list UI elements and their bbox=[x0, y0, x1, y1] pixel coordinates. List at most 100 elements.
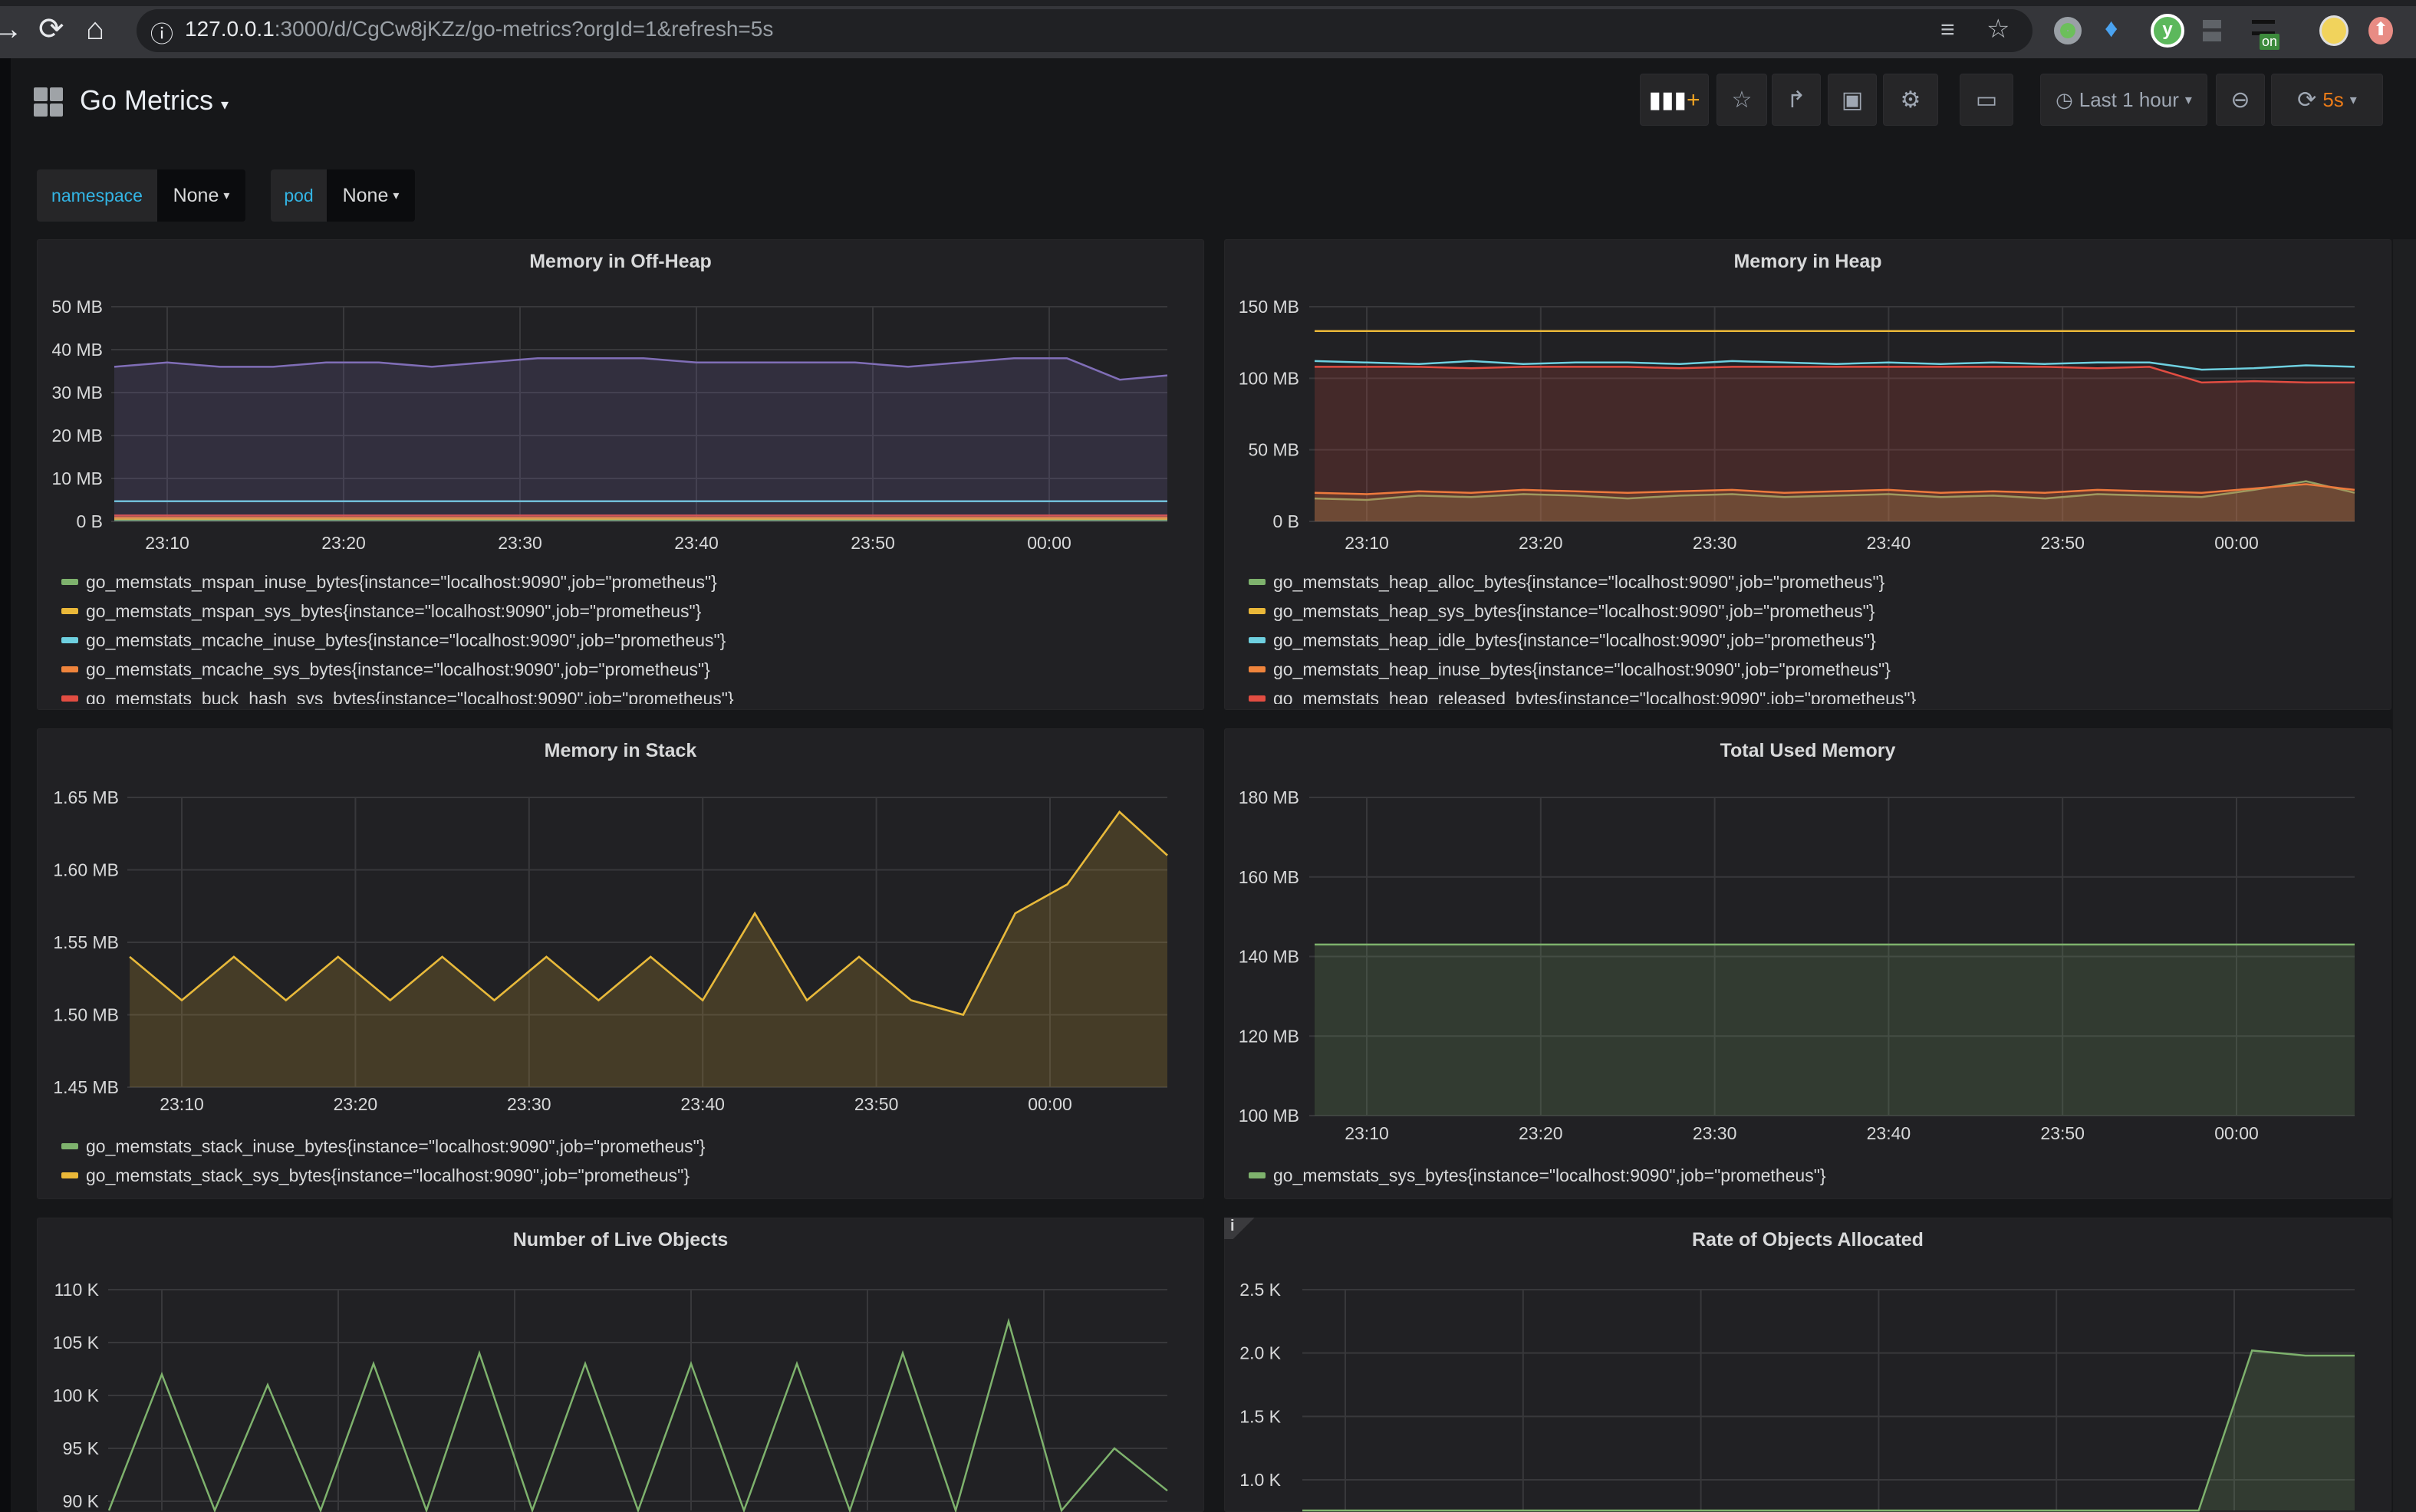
legend-label: go_memstats_sys_bytes{instance="localhos… bbox=[1273, 1165, 1826, 1185]
panel-title[interactable]: Total Used Memory bbox=[1225, 740, 2391, 762]
time-picker[interactable]: ◷ Last 1 hour ▾ bbox=[2040, 74, 2207, 126]
variable-label-namespace: namespace bbox=[37, 169, 157, 222]
settings-button[interactable]: ⚙ bbox=[1883, 74, 1938, 126]
clock-icon: ◷ bbox=[2056, 87, 2073, 111]
legend-swatch bbox=[61, 666, 78, 672]
legend-swatch bbox=[61, 579, 78, 585]
panel-info-icon[interactable]: i bbox=[1224, 1218, 1264, 1239]
refresh-icon: ⟳ bbox=[2297, 87, 2317, 113]
legend-item[interactable]: go_memstats_heap_idle_bytes{instance="lo… bbox=[1249, 626, 2384, 655]
legend-swatch bbox=[1249, 637, 1266, 643]
variable-label-pod: pod bbox=[271, 169, 327, 222]
panel-title[interactable]: Memory in Off-Heap bbox=[38, 251, 1203, 273]
legend-item[interactable]: go_memstats_mspan_sys_bytes{instance="lo… bbox=[61, 597, 1196, 626]
panel-title[interactable]: Memory in Stack bbox=[38, 740, 1203, 762]
bookmark-star-icon[interactable]: ☆ bbox=[1986, 14, 2009, 44]
home-icon[interactable]: ⌂ bbox=[86, 11, 104, 48]
legend-swatch bbox=[61, 1172, 78, 1178]
star-dashboard-button[interactable]: ☆ bbox=[1717, 74, 1767, 126]
namespace-select[interactable]: None ▾ bbox=[157, 169, 245, 222]
url-text[interactable]: 127.0.0.1:3000/d/CgCw8jKZz/go-metrics?or… bbox=[185, 17, 773, 41]
legend-label: go_memstats_mspan_inuse_bytes{instance="… bbox=[86, 572, 717, 592]
panel-title[interactable]: Memory in Heap bbox=[1225, 251, 2391, 273]
extension-list-icon[interactable] bbox=[2252, 20, 2275, 35]
extension-y-icon[interactable]: y bbox=[2151, 14, 2184, 48]
share-button[interactable]: ↱ bbox=[1772, 74, 1821, 126]
tv-mode-icon: ▭ bbox=[1975, 87, 1998, 113]
extension-grid-icon[interactable] bbox=[2203, 20, 2221, 41]
extension-gem-icon[interactable]: ♦ bbox=[2105, 14, 2118, 44]
pod-select[interactable]: None ▾ bbox=[327, 169, 415, 222]
caret-down-icon: ▾ bbox=[223, 189, 230, 202]
reader-icon[interactable]: ≡ bbox=[1940, 15, 1955, 44]
caret-down-icon: ▾ bbox=[2349, 91, 2357, 107]
legend-swatch bbox=[1249, 579, 1266, 585]
save-icon: ▣ bbox=[1841, 87, 1864, 113]
zoom-out-button[interactable]: ⊖ bbox=[2216, 74, 2265, 126]
legend-swatch bbox=[1249, 608, 1266, 614]
panel-title[interactable]: Number of Live Objects bbox=[38, 1229, 1203, 1251]
legend-label: go_memstats_buck_hash_sys_bytes{instance… bbox=[86, 689, 734, 704]
panel-memory-in-stack[interactable]: Memory in Stack bbox=[37, 728, 1204, 1199]
dashboard-title[interactable]: Go Metrics ▾ bbox=[80, 84, 229, 117]
legend-label: go_memstats_heap_idle_bytes{instance="lo… bbox=[1273, 630, 1876, 650]
add-panel-button[interactable]: ▮▮▮+ bbox=[1640, 74, 1709, 126]
dashboard-grid-icon bbox=[34, 87, 63, 117]
refresh-picker[interactable]: ⟳ 5s ▾ bbox=[2271, 74, 2383, 126]
caret-down-icon: ▾ bbox=[221, 97, 229, 113]
legend-item[interactable]: go_memstats_heap_inuse_bytes{instance="l… bbox=[1249, 655, 2384, 684]
reload-icon[interactable]: ⟳ bbox=[38, 11, 64, 48]
sidebar bbox=[0, 58, 11, 1512]
legend-item[interactable]: go_memstats_mspan_inuse_bytes{instance="… bbox=[61, 567, 1196, 597]
legend: go_memstats_mspan_inuse_bytes{instance="… bbox=[61, 567, 1196, 704]
legend-item[interactable]: go_memstats_mcache_inuse_bytes{instance=… bbox=[61, 626, 1196, 655]
legend-swatch bbox=[61, 608, 78, 614]
caret-down-icon: ▾ bbox=[2184, 91, 2192, 107]
star-icon: ☆ bbox=[1731, 87, 1753, 113]
save-button[interactable]: ▣ bbox=[1828, 74, 1877, 126]
legend-label: go_memstats_mcache_sys_bytes{instance="l… bbox=[86, 659, 710, 679]
legend-label: go_memstats_stack_sys_bytes{instance="lo… bbox=[86, 1165, 690, 1185]
legend-swatch bbox=[61, 637, 78, 643]
legend-label: go_memstats_heap_sys_bytes{instance="loc… bbox=[1273, 601, 1875, 621]
settings-icon: ⚙ bbox=[1900, 87, 1921, 113]
legend-swatch bbox=[61, 695, 78, 702]
tv-mode-button[interactable]: ▭ bbox=[1960, 74, 2013, 126]
legend-label: go_memstats_heap_inuse_bytes{instance="l… bbox=[1273, 659, 1891, 679]
legend-label: go_memstats_mcache_inuse_bytes{instance=… bbox=[86, 630, 726, 650]
legend-item[interactable]: go_memstats_heap_sys_bytes{instance="loc… bbox=[1249, 597, 2384, 626]
legend-item[interactable]: go_memstats_sys_bytes{instance="localhos… bbox=[1249, 1161, 2384, 1190]
profile-avatar[interactable] bbox=[2319, 15, 2349, 46]
forward-icon[interactable]: → bbox=[0, 11, 23, 48]
panel-live-objects[interactable]: Number of Live Objects bbox=[37, 1218, 1204, 1512]
extension-green-dot-icon[interactable] bbox=[2054, 17, 2082, 44]
legend: go_memstats_stack_inuse_bytes{instance="… bbox=[61, 1132, 1196, 1193]
update-icon[interactable]: ⬆ bbox=[2368, 17, 2393, 44]
legend-swatch bbox=[1249, 666, 1266, 672]
legend: go_memstats_heap_alloc_bytes{instance="l… bbox=[1249, 567, 2384, 704]
caret-down-icon: ▾ bbox=[393, 189, 400, 202]
panel-rate-objects-allocated[interactable]: Rate of Objects Allocated bbox=[1224, 1218, 2391, 1512]
legend-label: go_memstats_heap_released_bytes{instance… bbox=[1273, 689, 1917, 704]
zoom-out-icon: ⊖ bbox=[2230, 87, 2250, 113]
add-panel-icon: ▮▮▮+ bbox=[1648, 87, 1700, 113]
site-info-icon[interactable]: ⓘ bbox=[150, 15, 173, 49]
share-icon: ↱ bbox=[1786, 87, 1806, 113]
legend-swatch bbox=[1249, 695, 1266, 702]
legend-item[interactable]: go_memstats_heap_alloc_bytes{instance="l… bbox=[1249, 567, 2384, 597]
legend-item[interactable]: go_memstats_stack_sys_bytes{instance="lo… bbox=[61, 1161, 1196, 1190]
legend-swatch bbox=[1249, 1172, 1266, 1178]
legend-item[interactable]: go_memstats_stack_inuse_bytes{instance="… bbox=[61, 1132, 1196, 1161]
legend-item[interactable]: go_memstats_buck_hash_sys_bytes{instance… bbox=[61, 684, 1196, 704]
extension-badge: on bbox=[2260, 34, 2280, 50]
legend-label: go_memstats_stack_inuse_bytes{instance="… bbox=[86, 1136, 706, 1156]
legend-item[interactable]: go_memstats_mcache_sys_bytes{instance="l… bbox=[61, 655, 1196, 684]
legend-label: go_memstats_heap_alloc_bytes{instance="l… bbox=[1273, 572, 1885, 592]
legend-swatch bbox=[61, 1143, 78, 1149]
scrollbar-track[interactable] bbox=[2393, 239, 2416, 1512]
legend: go_memstats_sys_bytes{instance="localhos… bbox=[1249, 1161, 2384, 1192]
legend-item[interactable]: go_memstats_heap_released_bytes{instance… bbox=[1249, 684, 2384, 704]
panel-total-used-memory[interactable]: Total Used Memory bbox=[1224, 728, 2391, 1199]
panel-title[interactable]: Rate of Objects Allocated bbox=[1225, 1229, 2391, 1251]
legend-label: go_memstats_mspan_sys_bytes{instance="lo… bbox=[86, 601, 702, 621]
